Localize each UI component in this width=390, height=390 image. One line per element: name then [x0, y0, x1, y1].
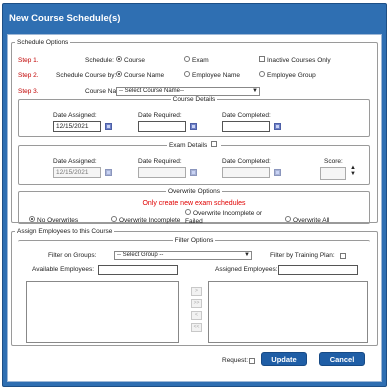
overwrite-all-radio[interactable]: Overwrite All	[285, 216, 330, 224]
move-right-button[interactable]: >	[191, 287, 202, 296]
step1-label: Step 1.	[18, 57, 39, 64]
exam-date-completed-input[interactable]	[222, 167, 270, 178]
date-assigned-label: Date Assigned:	[53, 112, 97, 119]
exam-details-fieldset: Exam Details Date Assigned: 12/15/2021 D…	[18, 141, 370, 185]
overwrite-all-label: Overwrite All	[293, 217, 330, 224]
exam-details-checkbox[interactable]	[211, 141, 218, 148]
overwrite-incomplete-failed-label: Overwrite Incomplete or Failed	[185, 210, 262, 225]
calendar-icon[interactable]	[274, 169, 281, 176]
cancel-button[interactable]: Cancel	[319, 352, 365, 366]
date-assigned-input[interactable]: 12/15/2021	[53, 121, 101, 132]
calendar-icon[interactable]	[190, 123, 197, 130]
overwrite-incomplete-radio[interactable]: Overwrite Incomplete	[111, 216, 181, 224]
overwrite-message: Only create new exam schedules	[142, 200, 246, 207]
dialog-title: New Course Schedule(s)	[9, 13, 121, 24]
assign-employees-fieldset: Assign Employees to this Course Filter O…	[11, 228, 378, 346]
assigned-employees-search[interactable]	[278, 265, 358, 275]
inactive-courses-label: Inactive Courses Only	[267, 57, 331, 64]
filter-options-legend: Filter Options	[174, 237, 214, 244]
request-checkbox[interactable]	[249, 358, 255, 365]
exam-details-legend-label: Exam Details	[168, 142, 208, 149]
available-employees-label: Available Employees:	[32, 266, 95, 273]
exam-date-required-label: Date Required:	[138, 158, 182, 165]
filter-options-fieldset: Filter Options Filter on Groups: -- Sele…	[18, 237, 370, 261]
score-input[interactable]	[320, 167, 346, 180]
radio-indicator	[184, 56, 190, 63]
exam-date-required-input[interactable]	[138, 167, 186, 178]
course-name-option-label: Course Name	[124, 72, 165, 79]
schedule-options-legend: Schedule Options	[17, 39, 69, 46]
move-all-right-button[interactable]: >>	[191, 299, 202, 308]
schedule-course-radio[interactable]: Course	[116, 56, 145, 64]
schedule-options-fieldset: Schedule Options Step 1. Schedule: Cours…	[11, 39, 378, 226]
date-required-label: Date Required:	[138, 112, 182, 119]
radio-indicator	[285, 216, 291, 223]
calendar-icon[interactable]	[105, 123, 112, 130]
available-employees-list[interactable]	[26, 281, 179, 343]
schedule-by-label: Schedule Course by:	[56, 72, 117, 79]
radio-indicator	[111, 216, 117, 223]
course-name-select-value: -- Select Course Name--	[119, 88, 185, 94]
exam-option-label: Exam	[192, 57, 209, 64]
radio-indicator	[29, 216, 35, 223]
course-details-fieldset: Course Details Date Assigned: 12/15/2021…	[18, 96, 370, 137]
score-label: Score:	[324, 158, 343, 165]
training-plan-checkbox[interactable]	[340, 253, 346, 260]
no-overwrites-radio[interactable]: No Overwrites	[29, 216, 79, 224]
course-option-label: Course	[124, 57, 145, 64]
date-completed-label: Date Completed:	[222, 112, 271, 119]
course-name-radio[interactable]: Course Name	[116, 71, 165, 79]
overwrite-options-legend: Overwrite Options	[167, 188, 221, 195]
radio-indicator	[259, 71, 265, 78]
inactive-courses-checkbox[interactable]: Inactive Courses Only	[259, 56, 331, 64]
assigned-employees-label: Assigned Employees:	[215, 266, 278, 273]
radio-indicator	[116, 71, 122, 78]
available-employees-search[interactable]	[98, 265, 178, 275]
move-left-button[interactable]: <	[191, 311, 202, 320]
exam-date-assigned-label: Date Assigned:	[53, 158, 97, 165]
request-label: Request:	[222, 357, 249, 364]
schedule-exam-radio[interactable]: Exam	[184, 56, 209, 64]
employee-name-option-label: Employee Name	[192, 72, 241, 79]
radio-indicator	[185, 209, 191, 216]
overwrite-options-fieldset: Overwrite Options Only create new exam s…	[18, 188, 370, 226]
step2-label: Step 2.	[18, 72, 39, 79]
calendar-icon[interactable]	[105, 169, 112, 176]
chevron-down-icon: ▼	[244, 252, 250, 258]
course-details-legend: Course Details	[172, 96, 216, 103]
exam-date-assigned-input[interactable]: 12/15/2021	[53, 167, 101, 178]
employee-group-radio[interactable]: Employee Group	[259, 71, 316, 79]
group-select-value: -- Select Group --	[117, 252, 164, 258]
step3-label: Step 3.	[18, 88, 39, 95]
update-button[interactable]: Update	[261, 352, 307, 366]
course-name-select[interactable]: -- Select Course Name-- ▼	[116, 87, 260, 96]
date-completed-input[interactable]	[222, 121, 270, 132]
assign-employees-legend: Assign Employees to this Course	[17, 228, 113, 235]
dialog-content: Schedule Options Step 1. Schedule: Cours…	[7, 34, 382, 382]
assigned-employees-list[interactable]	[208, 281, 368, 343]
no-overwrites-label: No Overwrites	[37, 217, 79, 224]
calendar-icon[interactable]	[190, 169, 197, 176]
checkbox-indicator	[259, 56, 265, 63]
radio-indicator	[116, 56, 122, 63]
move-all-left-button[interactable]: <<	[191, 323, 202, 332]
training-plan-label: Filter by Training Plan:	[270, 252, 335, 259]
chevron-down-icon: ▼	[252, 88, 258, 94]
score-stepper-icon[interactable]: ▲ ▼	[350, 165, 356, 177]
new-course-schedule-dialog: New Course Schedule(s) Schedule Options …	[2, 3, 387, 387]
radio-indicator	[184, 71, 190, 78]
filter-groups-label: Filter on Groups:	[48, 252, 97, 259]
group-select[interactable]: -- Select Group -- ▼	[114, 251, 252, 260]
overwrite-incomplete-failed-radio[interactable]: Overwrite Incomplete or Failed	[185, 209, 275, 226]
overwrite-incomplete-label: Overwrite Incomplete	[119, 217, 181, 224]
exam-date-completed-label: Date Completed:	[222, 158, 271, 165]
date-required-input[interactable]	[138, 121, 186, 132]
employee-group-option-label: Employee Group	[267, 72, 316, 79]
employee-name-radio[interactable]: Employee Name	[184, 71, 241, 79]
calendar-icon[interactable]	[274, 123, 281, 130]
exam-details-legend: Exam Details	[167, 141, 221, 149]
schedule-label: Schedule:	[85, 57, 114, 64]
